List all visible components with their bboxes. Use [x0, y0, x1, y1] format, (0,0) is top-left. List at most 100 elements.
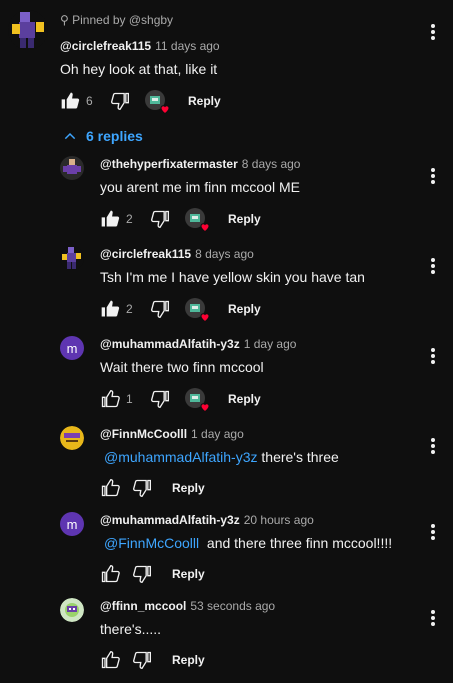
creator-heart-badge	[184, 207, 210, 233]
avatar-character-icon	[60, 156, 84, 180]
heart-icon	[200, 223, 210, 233]
mention-link[interactable]: @FinnMcCoolll	[104, 535, 199, 551]
comment-author[interactable]: @thehyperfixatermaster	[100, 157, 238, 171]
comment-time[interactable]: 1 day ago	[244, 337, 297, 351]
avatar-letter: m	[66, 340, 78, 356]
pinned-label: ⚲ Pinned by @shgby	[60, 13, 174, 27]
reply-item: m @muhammadAlfatih-y3z 1 day ago Wait the…	[0, 328, 453, 418]
more-actions-icon[interactable]	[429, 346, 437, 366]
reply-item: @ffinn_mccool 53 seconds ago there's.....…	[0, 590, 453, 680]
comment-meta: @muhammadAlfatih-y3z 20 hours ago	[100, 513, 314, 527]
chevron-up-icon	[64, 132, 76, 140]
comment-meta: @FinnMcCoolll 1 day ago	[100, 427, 244, 441]
more-actions-icon[interactable]	[429, 256, 437, 276]
like-icon[interactable]	[100, 650, 120, 670]
more-actions-icon[interactable]	[429, 522, 437, 542]
like-count: 6	[86, 94, 93, 108]
comment-actions: 2 Reply	[100, 207, 261, 233]
like-icon[interactable]	[60, 91, 80, 111]
like-count: 2	[126, 212, 133, 226]
dislike-icon[interactable]	[150, 299, 170, 319]
dislike-icon[interactable]	[132, 478, 152, 498]
comment-text: @FinnMcCoolll and there three finn mccoo…	[100, 535, 392, 551]
replies-count: 6 replies	[86, 128, 143, 144]
comment-text: Wait there two finn mccool	[100, 359, 264, 375]
like-count: 2	[126, 302, 133, 316]
comment-time[interactable]: 8 days ago	[195, 247, 254, 261]
reply-item: @thehyperfixatermaster 8 days ago you are…	[0, 148, 453, 238]
avatar-letter: m	[66, 516, 78, 532]
comment-actions: Reply	[100, 562, 205, 586]
comment-meta: @ffinn_mccool 53 seconds ago	[100, 599, 275, 613]
comment-meta: @circlefreak115 11 days ago	[60, 39, 220, 53]
comment-meta: @muhammadAlfatih-y3z 1 day ago	[100, 337, 296, 351]
comment-author[interactable]: @FinnMcCoolll	[100, 427, 187, 441]
comment-text-body: there's three	[257, 449, 339, 465]
mention-link[interactable]: @muhammadAlfatih-y3z	[104, 449, 258, 465]
reply-button[interactable]: Reply	[172, 567, 205, 581]
like-icon[interactable]	[100, 209, 120, 229]
comment-time[interactable]: 20 hours ago	[244, 513, 314, 527]
pin-icon: ⚲	[60, 13, 73, 27]
comment-time[interactable]: 53 seconds ago	[190, 599, 275, 613]
like-count: 1	[126, 392, 133, 406]
like-icon[interactable]	[100, 478, 120, 498]
dislike-icon[interactable]	[132, 564, 152, 584]
dislike-icon[interactable]	[150, 389, 170, 409]
avatar[interactable]	[8, 10, 48, 50]
comment-text: Oh hey look at that, like it	[60, 61, 218, 77]
more-actions-icon[interactable]	[429, 22, 437, 42]
comment-actions: 2 Reply	[100, 297, 261, 323]
creator-heart-badge	[144, 89, 170, 115]
comment-actions: Reply	[100, 648, 205, 672]
comment-author[interactable]: @ffinn_mccool	[100, 599, 186, 613]
comment-time[interactable]: 11 days ago	[155, 39, 220, 53]
comment-meta: @thehyperfixatermaster 8 days ago	[100, 157, 300, 171]
reply-button[interactable]: Reply	[228, 392, 261, 406]
more-actions-icon[interactable]	[429, 166, 437, 186]
comment-meta: @circlefreak115 8 days ago	[100, 247, 254, 261]
comment-text: you arent me im finn mccool ME	[100, 179, 300, 195]
comment-author[interactable]: @circlefreak115	[100, 247, 191, 261]
dislike-icon[interactable]	[110, 91, 130, 111]
comment-thread-top: ⚲ Pinned by @shgby @circlefreak115 11 day…	[0, 0, 453, 120]
like-icon[interactable]	[100, 389, 120, 409]
creator-heart-badge	[184, 297, 210, 323]
avatar-character-icon	[60, 246, 84, 270]
avatar-character-icon	[8, 10, 48, 50]
like-icon[interactable]	[100, 299, 120, 319]
comment-author[interactable]: @muhammadAlfatih-y3z	[100, 337, 240, 351]
creator-heart-badge	[184, 387, 210, 413]
replies-toggle[interactable]: 6 replies	[62, 128, 143, 144]
heart-icon	[200, 313, 210, 323]
avatar[interactable]: m	[60, 512, 84, 536]
avatar[interactable]: m	[60, 336, 84, 360]
like-icon[interactable]	[100, 564, 120, 584]
comment-time[interactable]: 1 day ago	[191, 427, 244, 441]
reply-button[interactable]: Reply	[172, 481, 205, 495]
dislike-icon[interactable]	[150, 209, 170, 229]
comment-actions: Reply	[100, 476, 205, 500]
avatar[interactable]	[60, 598, 84, 622]
dislike-icon[interactable]	[132, 650, 152, 670]
comment-text-body: and there three finn mccool!!!!	[199, 535, 393, 551]
reply-button[interactable]: Reply	[172, 653, 205, 667]
reply-button[interactable]: Reply	[228, 212, 261, 226]
avatar-character-icon	[60, 426, 84, 450]
reply-item: @circlefreak115 8 days ago Tsh I'm me I h…	[0, 238, 453, 328]
comment-time[interactable]: 8 days ago	[242, 157, 301, 171]
avatar[interactable]	[60, 246, 84, 270]
comment-actions: 6 Reply	[60, 89, 221, 115]
more-actions-icon[interactable]	[429, 436, 437, 456]
avatar[interactable]	[60, 426, 84, 450]
avatar-character-icon	[60, 598, 84, 622]
comment-author[interactable]: @circlefreak115	[60, 39, 151, 53]
comment-text: there's.....	[100, 621, 162, 637]
comment-author[interactable]: @muhammadAlfatih-y3z	[100, 513, 240, 527]
reply-button[interactable]: Reply	[188, 94, 221, 108]
avatar[interactable]	[60, 156, 84, 180]
reply-item: @FinnMcCoolll 1 day ago @muhammadAlfatih-…	[0, 418, 453, 504]
comment-text: @muhammadAlfatih-y3z there's three	[100, 449, 339, 465]
more-actions-icon[interactable]	[429, 608, 437, 628]
reply-button[interactable]: Reply	[228, 302, 261, 316]
